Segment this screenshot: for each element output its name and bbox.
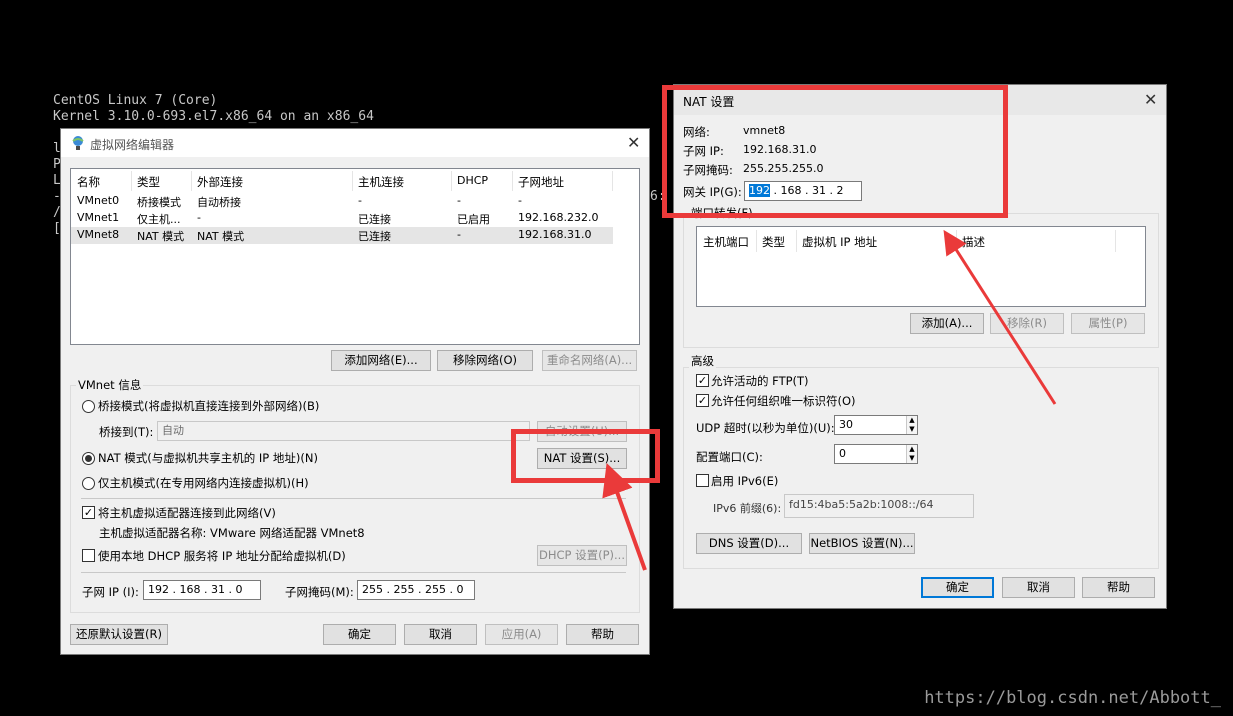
arrow-to-nat-button xyxy=(602,462,647,571)
annotation-arrows xyxy=(602,229,1057,571)
arrow-to-port-forwarding xyxy=(943,229,1057,405)
